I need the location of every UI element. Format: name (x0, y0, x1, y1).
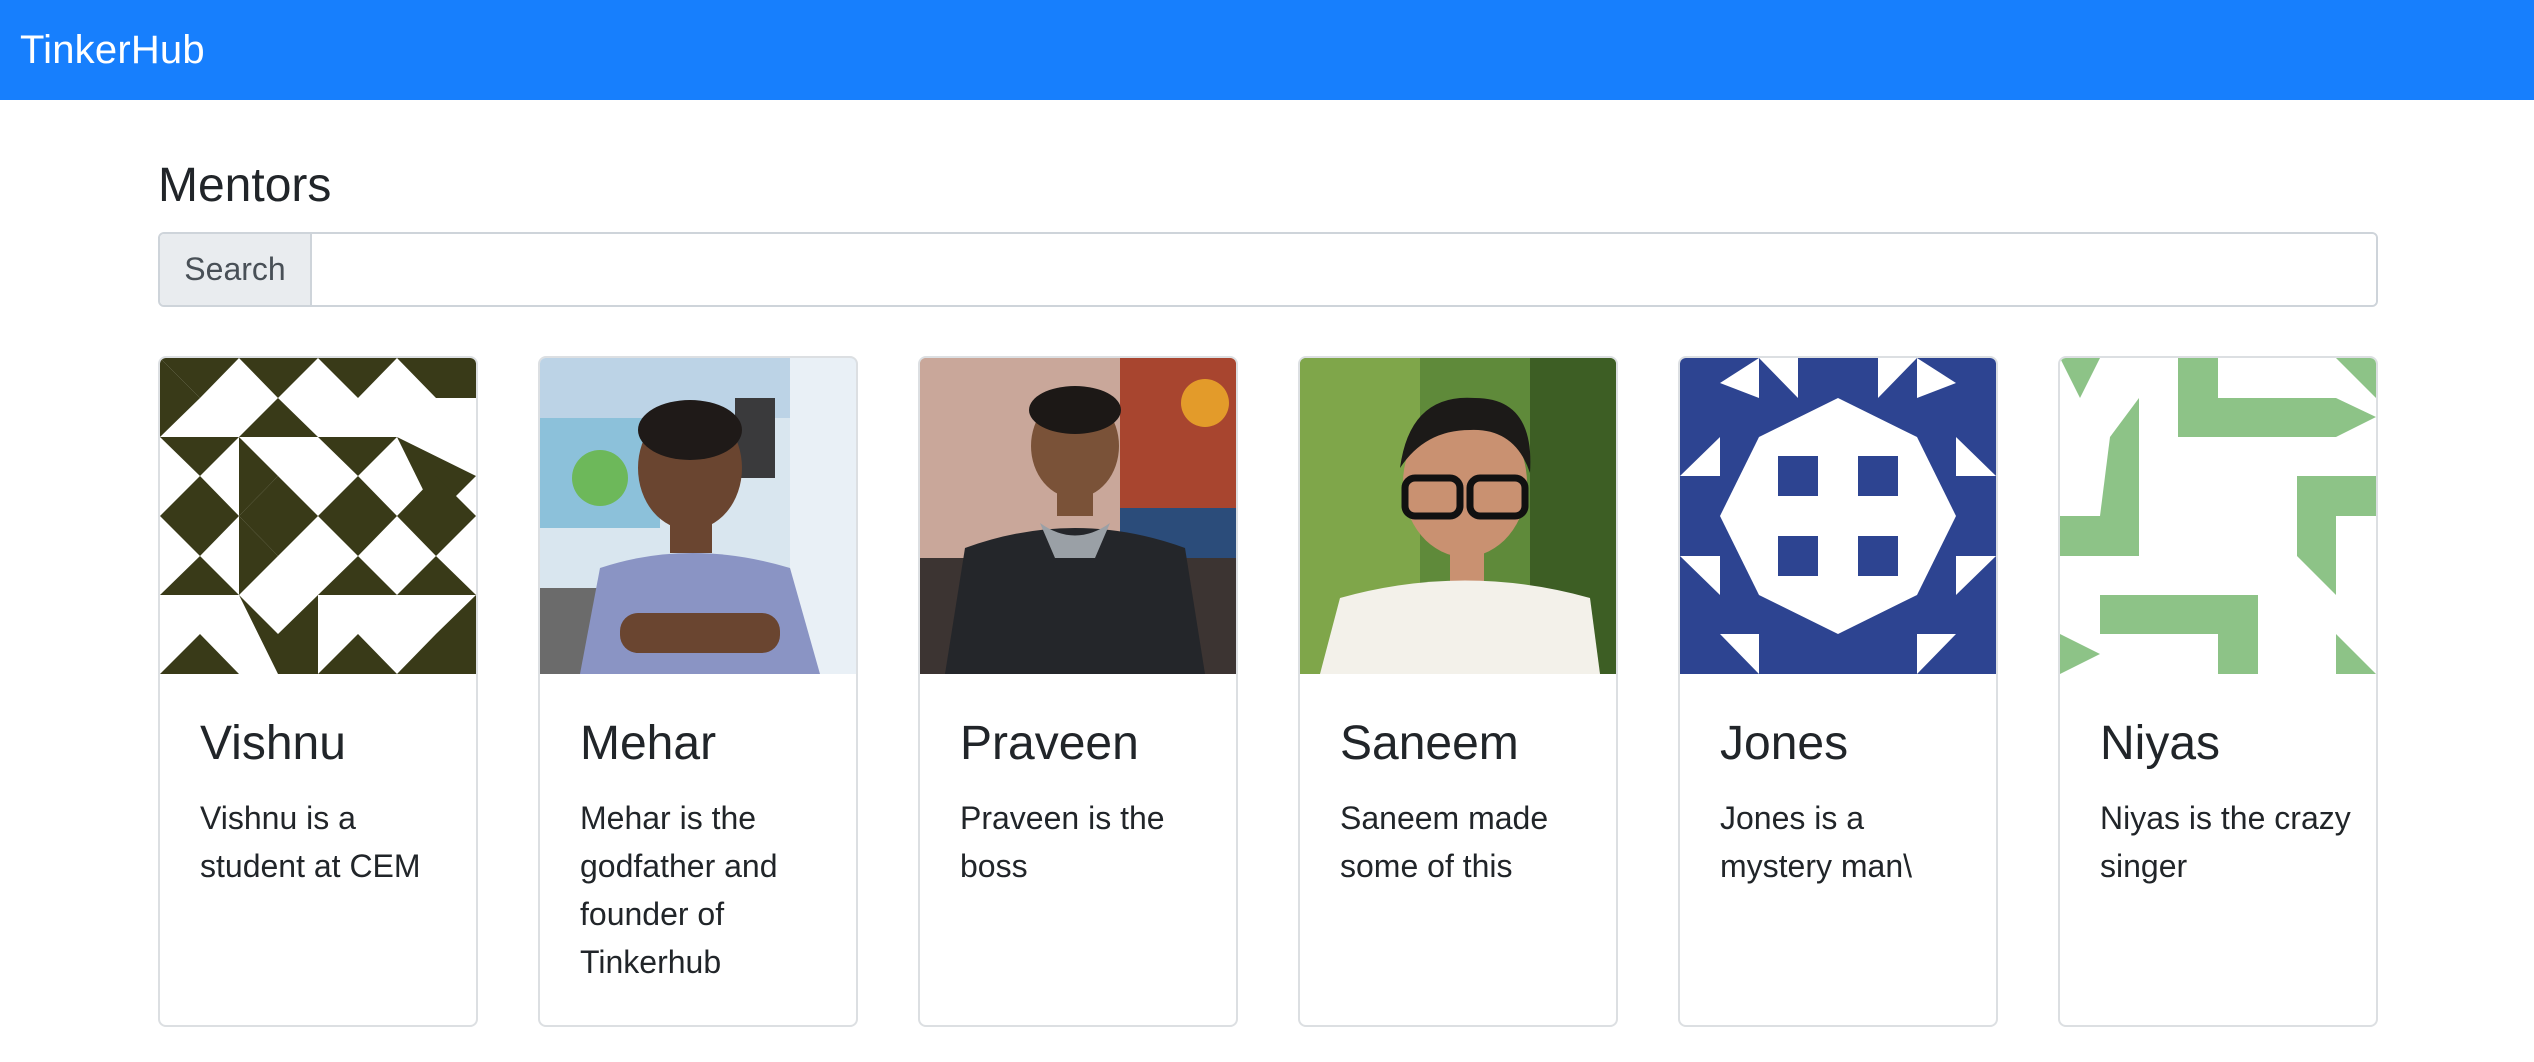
navbar: TinkerHub (0, 0, 2534, 100)
mentor-card-saneem[interactable]: Saneem Saneem made some of this (1298, 356, 1618, 1027)
mentor-name: Niyas (2100, 717, 2221, 770)
search-input[interactable] (312, 234, 2376, 305)
mentor-name: Praveen (960, 717, 1139, 770)
praveen-photo-avatar (920, 358, 1236, 674)
mentor-card-jones[interactable]: Jones Jones is a mystery man\ (1678, 356, 1998, 1027)
mentor-name: Mehar (580, 717, 717, 770)
mentor-card-vishnu[interactable]: Vishnu Vishnu is a student at CEM (158, 356, 478, 1027)
search-label: Search (160, 234, 312, 305)
mehar-photo-avatar (540, 358, 856, 674)
search-group: Search (158, 232, 2378, 307)
mentor-bio: Jones is a mystery man\ (1720, 800, 1913, 884)
mentor-name: Saneem (1340, 717, 1519, 770)
saneem-photo-avatar (1300, 358, 1616, 674)
mentor-card-mehar[interactable]: Mehar Mehar is the godfather and founder… (538, 356, 858, 1027)
brand-link[interactable]: TinkerHub (20, 28, 205, 73)
vishnu-identicon-avatar (160, 358, 476, 674)
page-title: Mentors (158, 159, 332, 212)
niyas-identicon-avatar (2060, 358, 2376, 674)
mentor-bio: Niyas is the crazy singer (2100, 800, 2351, 884)
mentor-bio: Mehar is the godfather and founder of Ti… (580, 800, 778, 980)
mentor-name: Vishnu (200, 717, 346, 770)
mentor-bio: Saneem made some of this (1340, 800, 1549, 884)
jones-identicon-avatar (1680, 358, 1996, 674)
mentor-name: Jones (1720, 717, 1849, 770)
mentor-card-praveen[interactable]: Praveen Praveen is the boss (918, 356, 1238, 1027)
mentor-bio: Praveen is the boss (960, 800, 1165, 884)
mentor-bio: Vishnu is a student at CEM (200, 800, 421, 884)
mentor-card-niyas[interactable]: Niyas Niyas is the crazy singer (2058, 356, 2378, 1027)
